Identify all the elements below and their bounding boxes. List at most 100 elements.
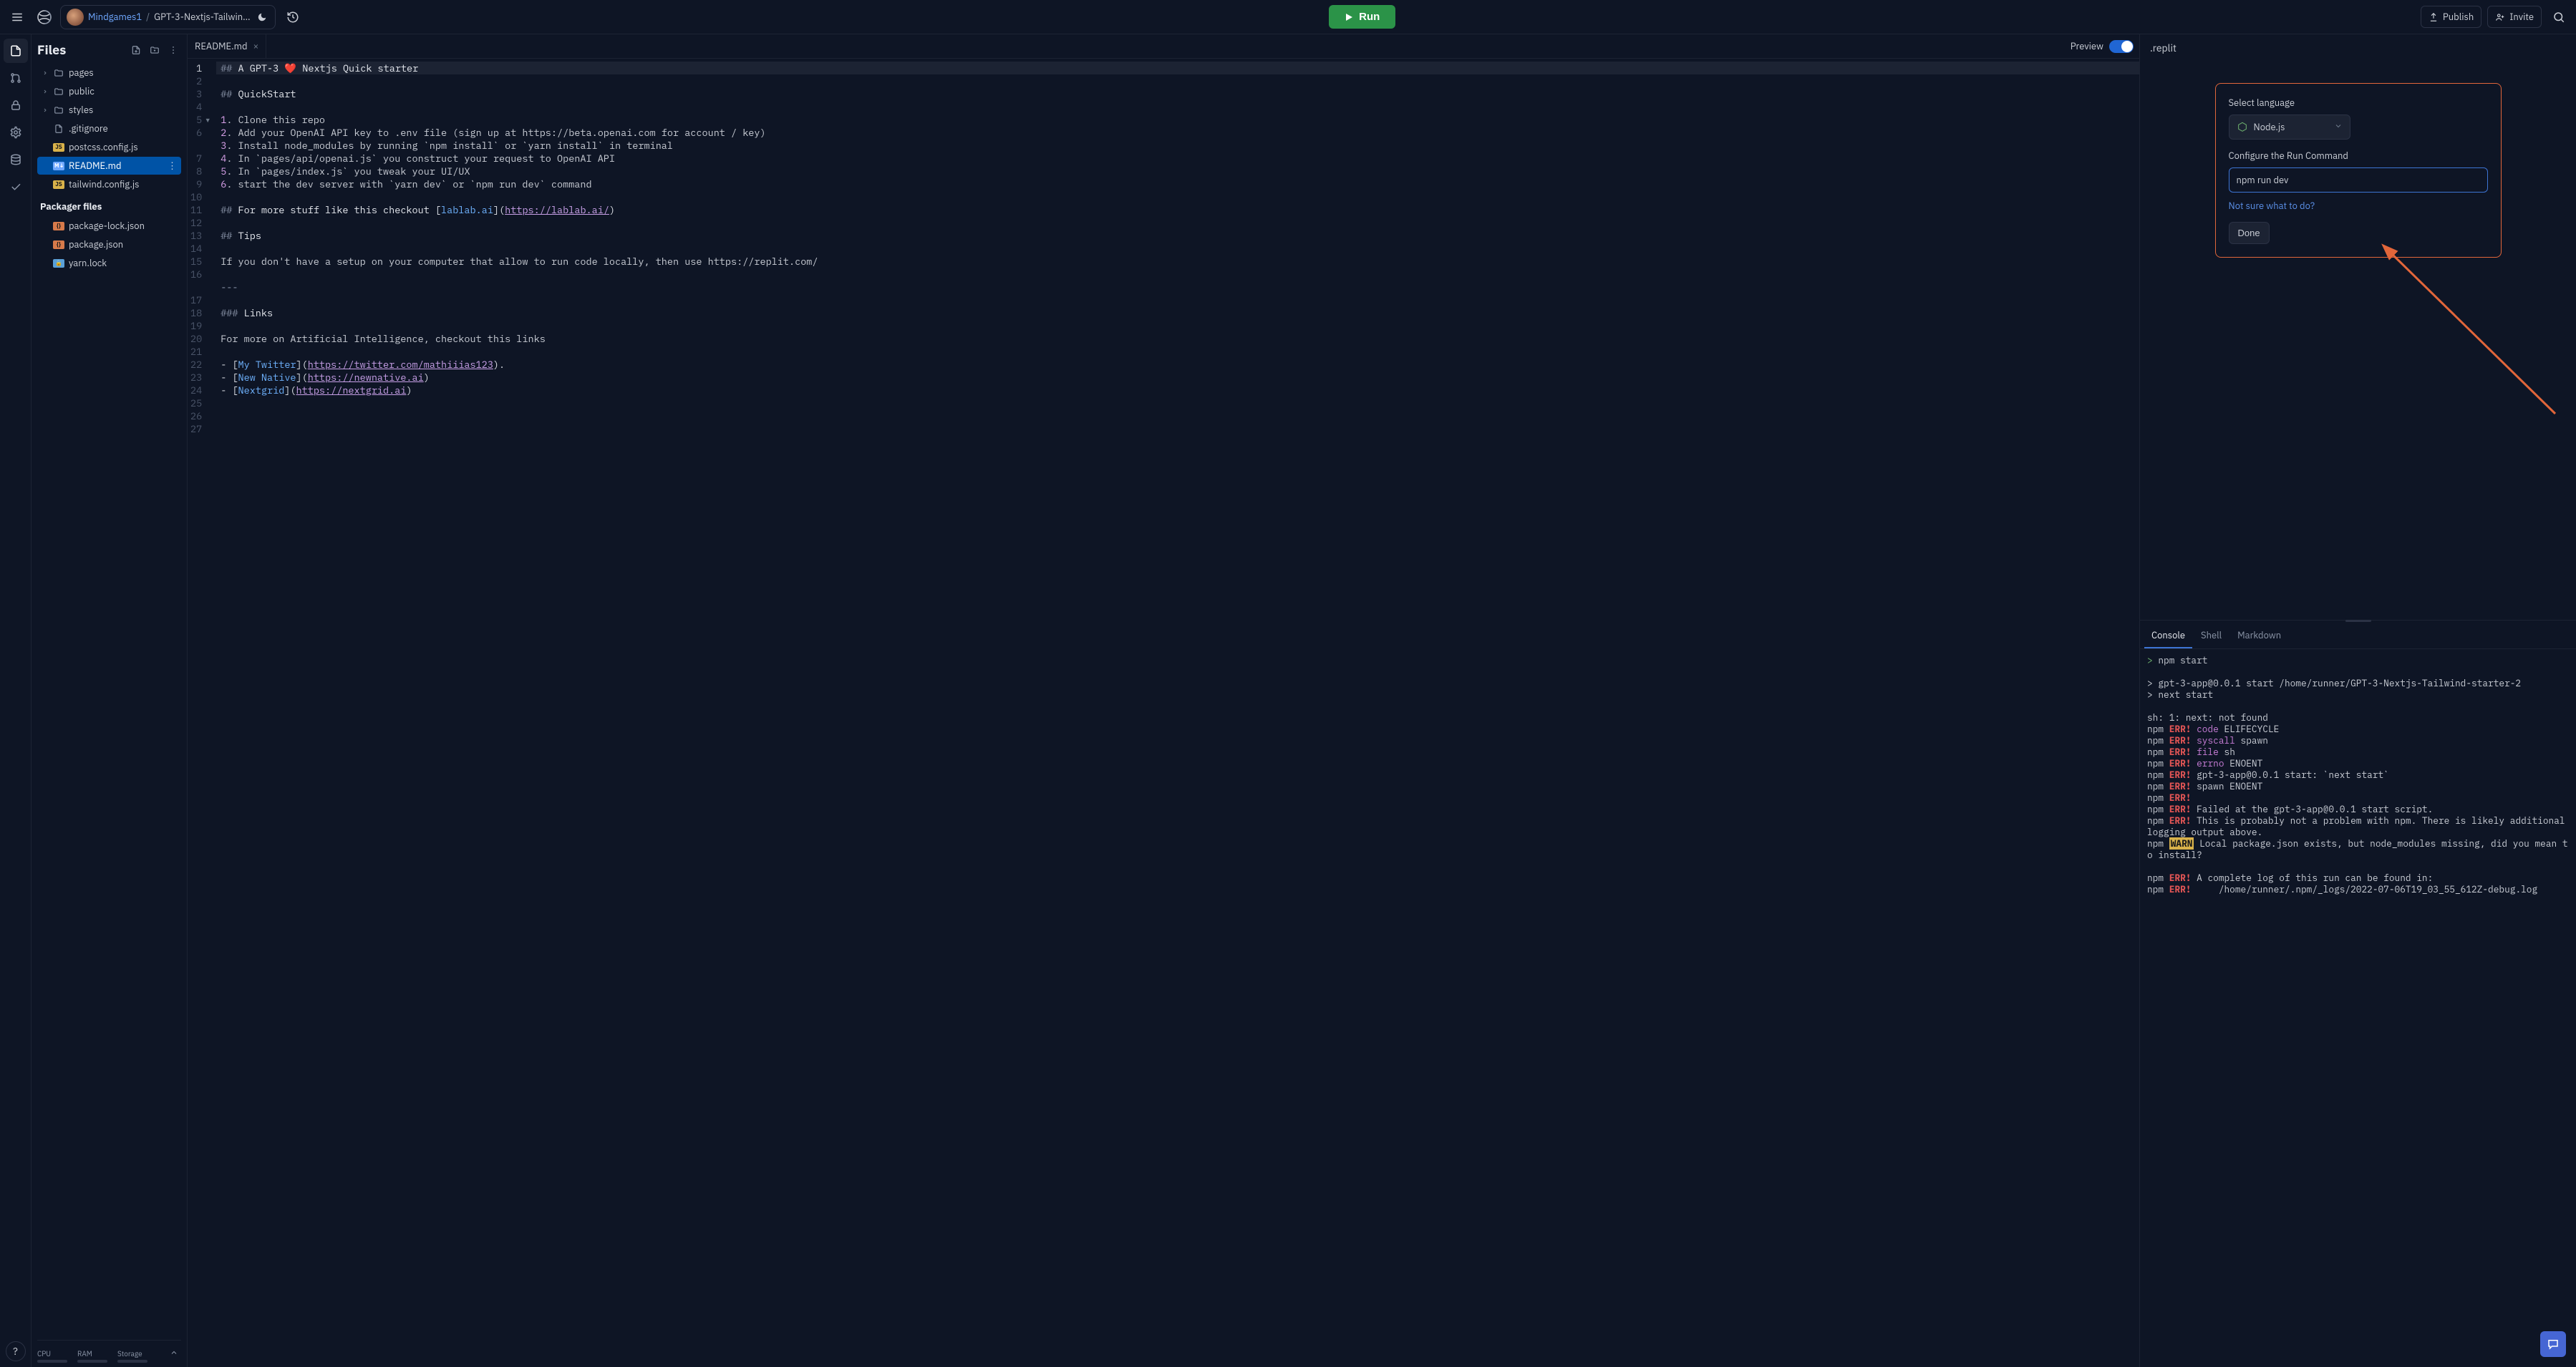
file-row[interactable]: JSpostcss.config.js [37, 138, 181, 156]
chat-button[interactable] [2540, 1331, 2566, 1357]
code-line[interactable]: --- [216, 281, 2139, 293]
breadcrumb[interactable]: Mindgames1 / GPT-3-Nextjs-Tailwin… [60, 5, 276, 29]
replit-tab[interactable]: .replit [2140, 34, 2576, 62]
console-pane: ConsoleShellMarkdown > npm start > gpt-3… [2140, 623, 2576, 1367]
code-line[interactable]: 1. Clone this repo [216, 113, 2139, 126]
code-line[interactable]: 6. start the dev server with `yarn dev` … [216, 177, 2139, 190]
code-line[interactable] [216, 319, 2139, 332]
configure-run-label: Configure the Run Command [2229, 150, 2488, 162]
right-panel: .replit Select language Node.js Configur… [2139, 34, 2576, 1367]
console-tab[interactable]: Shell [2194, 623, 2229, 648]
packager-label: Packager files [37, 193, 181, 217]
close-tab-icon[interactable]: × [253, 40, 259, 52]
hamburger-menu[interactable] [6, 6, 29, 29]
packager-tree: {}package-lock.json{}package.json🔒yarn.l… [37, 217, 181, 272]
code-line[interactable] [216, 190, 2139, 203]
code-line[interactable]: - [New Native](https://newnative.ai) [216, 371, 2139, 384]
code-line[interactable]: For more on Artificial Intelligence, che… [216, 332, 2139, 345]
publish-button[interactable]: Publish [2421, 6, 2481, 28]
files-title: Files [37, 42, 66, 58]
code-line[interactable]: 4. In `pages/api/openai.js` you construc… [216, 152, 2139, 165]
chevron-down-icon [2334, 121, 2343, 133]
ram-meter: RAM [77, 1349, 107, 1363]
sidebar-secrets-icon[interactable] [4, 93, 28, 117]
replit-pane: .replit Select language Node.js Configur… [2140, 34, 2576, 621]
file-row[interactable]: M↓README.md⋮ [37, 157, 181, 175]
moon-icon [255, 12, 269, 22]
run-command-input[interactable] [2229, 167, 2488, 193]
replit-logo[interactable] [34, 7, 54, 27]
files-panel: Files pagespublicstyles.gitignoreJSpostc… [32, 34, 188, 1367]
code-line[interactable]: 3. Install node_modules by running `npm … [216, 139, 2139, 152]
language-select[interactable]: Node.js [2229, 115, 2350, 140]
code-editor[interactable]: 12345▾6 78910111213141516 17181920212223… [188, 59, 2139, 1367]
run-label: Run [1359, 11, 1380, 23]
new-folder-icon[interactable] [147, 42, 163, 58]
editor-tab-label: README.md [195, 40, 248, 52]
code-line[interactable]: ## Tips [216, 229, 2139, 242]
preview-label: Preview [2071, 40, 2103, 52]
breadcrumb-user[interactable]: Mindgames1 [88, 11, 142, 23]
code-line[interactable]: ## QuickStart [216, 87, 2139, 100]
code-line[interactable]: ### Links [216, 306, 2139, 319]
code-line[interactable]: 2. Add your OpenAI API key to .env file … [216, 126, 2139, 139]
folder-row[interactable]: styles [37, 101, 181, 119]
folder-row[interactable]: pages [37, 64, 181, 82]
breadcrumb-sep: / [146, 11, 150, 23]
file-row[interactable]: JStailwind.config.js [37, 175, 181, 193]
resource-footer: CPU RAM Storage [37, 1340, 181, 1367]
language-value: Node.js [2254, 121, 2285, 133]
file-tree: pagespublicstyles.gitignoreJSpostcss.con… [37, 64, 181, 193]
nodejs-icon [2237, 122, 2248, 133]
code-line[interactable] [216, 268, 2139, 281]
code-line[interactable] [216, 216, 2139, 229]
invite-button[interactable]: Invite [2487, 6, 2542, 28]
code-line[interactable] [216, 100, 2139, 113]
console-output[interactable]: > npm start > gpt-3-app@0.0.1 start /hom… [2140, 649, 2576, 1367]
code-line[interactable] [216, 293, 2139, 306]
sidebar-check-icon[interactable] [4, 175, 28, 199]
code-line[interactable] [216, 345, 2139, 358]
console-tabs: ConsoleShellMarkdown [2140, 623, 2576, 649]
code-line[interactable] [216, 397, 2139, 409]
code-line[interactable] [216, 74, 2139, 87]
editor-tabbar: README.md × Preview [188, 34, 2139, 59]
file-row[interactable]: {}package-lock.json [37, 217, 181, 235]
help-link[interactable]: Not sure what to do? [2229, 200, 2488, 212]
file-row[interactable]: 🔒yarn.lock [37, 254, 181, 272]
code-line[interactable]: - [My Twitter](https://twitter.com/mathi… [216, 358, 2139, 371]
more-icon[interactable] [165, 42, 181, 58]
code-line[interactable]: 5. In `pages/index.js` you tweak your UI… [216, 165, 2139, 177]
file-row[interactable]: .gitignore [37, 120, 181, 137]
editor-pane: README.md × Preview 12345▾6 789101112131… [188, 34, 2139, 1367]
console-tab[interactable]: Markdown [2230, 623, 2288, 648]
sidebar: ? [0, 34, 32, 1367]
select-language-label: Select language [2229, 97, 2488, 109]
search-icon[interactable] [2547, 6, 2570, 29]
preview-toggle[interactable] [2109, 40, 2134, 53]
footer-expand-icon[interactable] [167, 1345, 181, 1363]
sidebar-files-icon[interactable] [4, 39, 28, 63]
new-file-icon[interactable] [128, 42, 144, 58]
history-icon[interactable] [281, 6, 304, 29]
file-row[interactable]: {}package.json [37, 235, 181, 253]
help-button[interactable]: ? [6, 1341, 26, 1361]
sidebar-vcs-icon[interactable] [4, 66, 28, 90]
editor-tab[interactable]: README.md × [188, 34, 266, 58]
run-button[interactable]: Run [1329, 5, 1395, 29]
folder-row[interactable]: public [37, 82, 181, 100]
file-more-icon[interactable]: ⋮ [168, 160, 177, 172]
code-line[interactable]: - [Nextgrid](https://nextgrid.ai) [216, 384, 2139, 397]
done-button[interactable]: Done [2229, 222, 2270, 244]
code-line[interactable]: If you don't have a setup on your comput… [216, 255, 2139, 268]
avatar [67, 9, 84, 26]
pane-resize-handle[interactable] [2140, 621, 2576, 623]
console-tab[interactable]: Console [2144, 623, 2192, 648]
code-line[interactable]: ## For more stuff like this checkout [la… [216, 203, 2139, 216]
code-line[interactable] [216, 242, 2139, 255]
sidebar-settings-icon[interactable] [4, 120, 28, 145]
code-line[interactable]: ## A GPT-3 ❤️ Nextjs Quick starter [216, 62, 2139, 74]
run-config-card: Select language Node.js Configure the Ru… [2215, 83, 2502, 258]
breadcrumb-repo[interactable]: GPT-3-Nextjs-Tailwin… [154, 11, 250, 23]
sidebar-db-icon[interactable] [4, 147, 28, 172]
